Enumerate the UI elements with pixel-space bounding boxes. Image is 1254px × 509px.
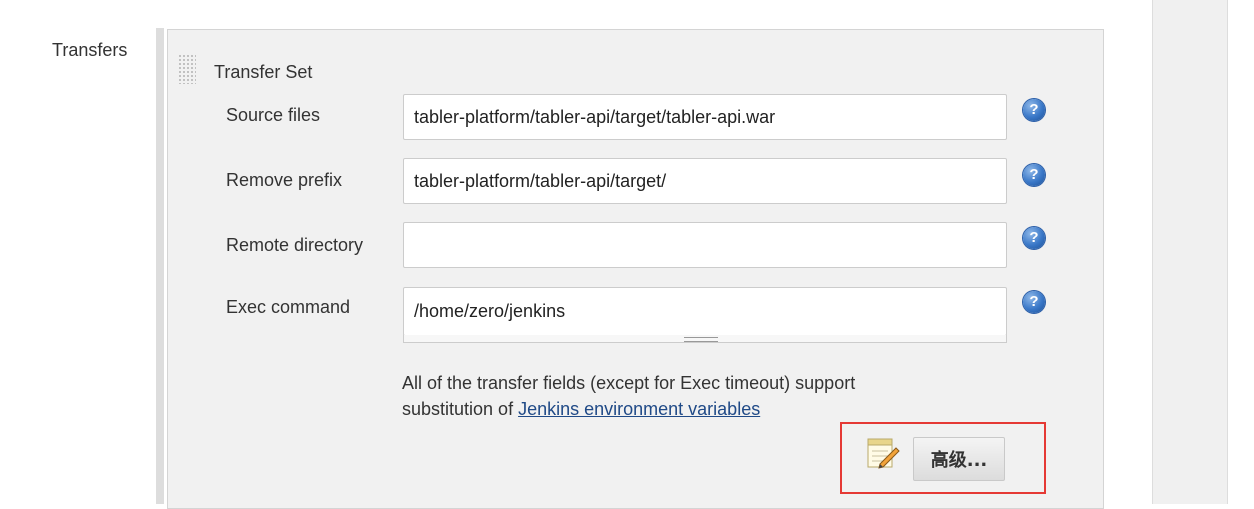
help-text-line2: substitution of Jenkins environment vari… <box>402 396 855 422</box>
notepad-icon <box>867 438 900 469</box>
resize-grip-icon <box>684 337 718 342</box>
help-text-prefix: substitution of <box>402 399 519 419</box>
source-files-label: Source files <box>226 105 321 125</box>
remove-prefix-help-icon[interactable]: ? <box>1023 164 1045 186</box>
exec-command-textarea[interactable] <box>403 287 1007 336</box>
drag-handle-icon[interactable] <box>178 54 196 84</box>
remove-prefix-label: Remove prefix <box>226 170 343 190</box>
transfer-set-title: Transfer Set <box>214 62 313 82</box>
jenkins-env-vars-link[interactable]: Jenkins environment variables <box>518 399 760 419</box>
source-files-help-icon[interactable]: ? <box>1023 99 1045 121</box>
transfers-group-bar <box>156 28 164 504</box>
advanced-button[interactable]: 高级... <box>913 437 1005 481</box>
exec-command-help-icon[interactable]: ? <box>1023 291 1045 313</box>
transfers-label: Transfers <box>52 40 128 60</box>
source-files-input[interactable] <box>403 94 1007 140</box>
remote-directory-help-icon[interactable]: ? <box>1023 227 1045 249</box>
transfer-help-text: All of the transfer fields (except for E… <box>402 370 855 422</box>
remote-directory-label: Remote directory <box>226 235 364 255</box>
remote-directory-input[interactable] <box>403 222 1007 268</box>
right-side-panel <box>1152 0 1228 504</box>
exec-command-label: Exec command <box>226 297 351 317</box>
exec-command-resize-handle[interactable] <box>403 335 1007 343</box>
remove-prefix-input[interactable] <box>403 158 1007 204</box>
help-text-line1: All of the transfer fields (except for E… <box>402 373 856 393</box>
